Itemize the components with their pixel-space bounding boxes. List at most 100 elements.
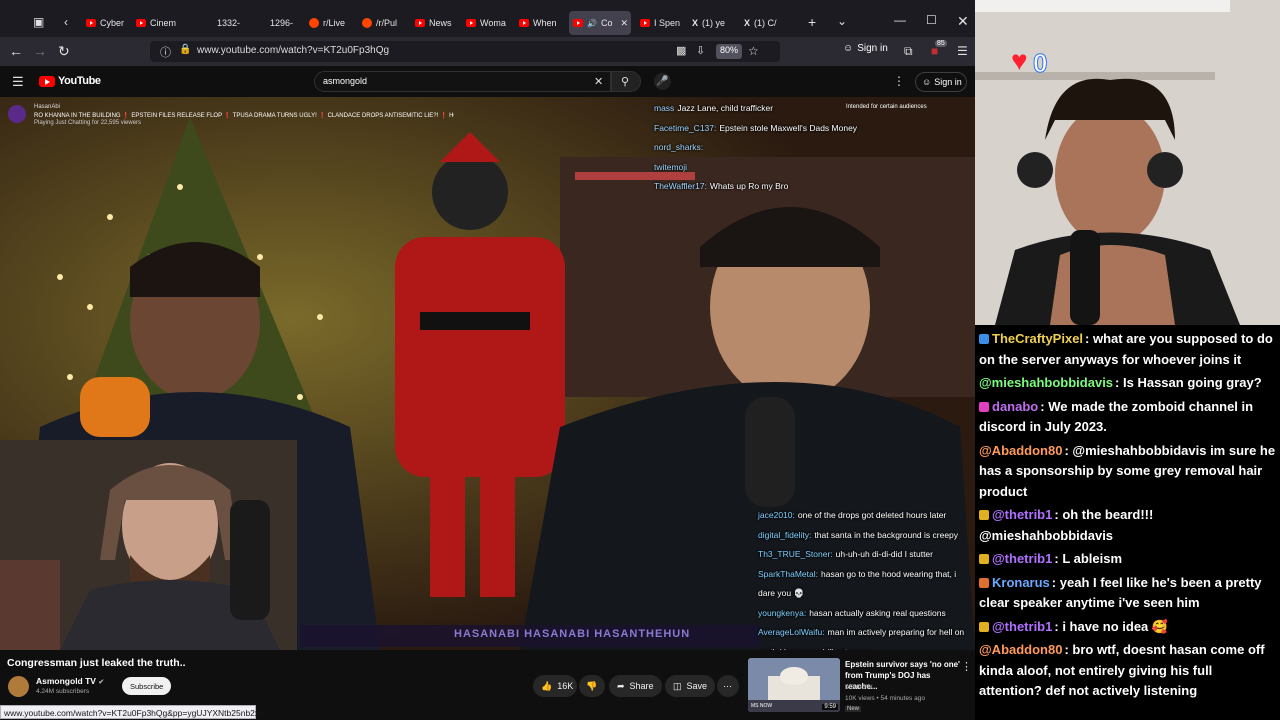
recommended-thumbnail[interactable]: MS NOW 9:59 xyxy=(748,658,840,712)
chat-username[interactable]: @thetrib1 xyxy=(992,619,1052,634)
tab-label: Cyber xyxy=(100,18,125,28)
new-tab-icon[interactable]: + xyxy=(808,14,816,30)
chat-username[interactable]: Kronarus xyxy=(992,575,1050,590)
overlay-chat-text: uh-uh-uh di-di-did I stutter xyxy=(835,549,933,559)
browser-tab[interactable]: 1296- xyxy=(266,11,303,35)
youtube-sign-in-label: Sign in xyxy=(934,77,962,87)
browser-tab[interactable]: X (1) C/ xyxy=(740,11,790,35)
top-stream-sub: Playing Just Chatting for 22,595 viewers xyxy=(34,120,142,126)
tab-label: 1332- xyxy=(217,18,241,28)
browser-tab[interactable]: 🔊 Co ✕ xyxy=(569,11,631,35)
close-window-icon[interactable]: ✕ xyxy=(957,13,969,30)
overlay-chat-line: Facetime_C137: Epstein stole Maxwell's Da… xyxy=(654,119,857,139)
search-box[interactable]: asmongold ✕ xyxy=(314,71,611,92)
recommended-meta: 10K views • 54 minutes ago xyxy=(845,695,925,702)
close-tab-icon[interactable]: ✕ xyxy=(620,18,628,29)
bookmark-add-icon: ◫ xyxy=(673,680,682,691)
picture-in-picture-icon[interactable]: ▩ xyxy=(676,44,686,57)
overlay-heart-icon: ♥ xyxy=(1011,45,1028,76)
overlay-chat-user: nord_sharks: xyxy=(654,142,704,152)
download-page-icon[interactable]: ⇩ xyxy=(696,44,705,57)
recommended-channel[interactable]: MS NOW xyxy=(845,684,872,691)
channel-name[interactable]: Asmongold TV ✔ xyxy=(36,676,104,686)
extensions-icon[interactable]: ⧉ xyxy=(904,44,913,59)
chat-username[interactable]: @Abaddon80 xyxy=(979,642,1062,657)
overlay-chat-text: dare you 💀 xyxy=(758,588,805,598)
stream-banner: HASANABI HASANABI HASANTHEHUN xyxy=(454,628,691,640)
site-info-icon[interactable]: ⓘ xyxy=(160,44,171,60)
url-text[interactable]: www.youtube.com/watch?v=KT2u0Fp3hQg xyxy=(197,45,389,56)
overlay-chat-user: twitemoji xyxy=(654,161,688,172)
scroll-tabs-left-icon[interactable]: ‹ xyxy=(64,15,68,29)
speaker-icon[interactable]: 🔊 xyxy=(587,19,597,28)
browser-tab[interactable]: r/Live xyxy=(305,11,355,35)
overlay-chat-text: Epstein stole Maxwell's Dads Money xyxy=(719,122,858,133)
extension-badge: 85 xyxy=(935,40,947,47)
chat-username[interactable]: @mieshahbobbidavis xyxy=(979,375,1113,390)
voice-search-icon[interactable]: 🎤 xyxy=(654,73,671,90)
back-icon[interactable]: ← xyxy=(9,43,23,59)
forward-icon[interactable]: → xyxy=(33,43,47,59)
chat-username[interactable]: TheCraftyPixel xyxy=(992,331,1083,346)
browser-tab[interactable]: News xyxy=(411,11,461,35)
channel-name-label: Asmongold TV xyxy=(36,676,96,686)
recommended-title-line1: Epstein survivor says 'no one' xyxy=(845,660,960,669)
youtube-sign-in-button[interactable]: ☺ Sign in xyxy=(915,72,967,92)
tab-overview-icon[interactable]: ▣ xyxy=(33,15,44,29)
search-input[interactable]: asmongold xyxy=(323,76,367,86)
maximize-icon[interactable]: ☐ xyxy=(926,13,937,27)
thumb-label: MS NOW xyxy=(751,703,773,709)
save-button[interactable]: ◫ Save xyxy=(665,675,716,697)
browser-tab[interactable]: I Spen xyxy=(636,11,686,35)
url-bar[interactable]: ⓘ 🔒 www.youtube.com/watch?v=KT2u0Fp3hQg … xyxy=(150,41,780,62)
like-button[interactable]: 👍 16K xyxy=(533,675,577,697)
recommended-menu-icon[interactable]: ⋮ xyxy=(961,660,972,673)
lock-icon[interactable]: 🔒 xyxy=(179,44,191,55)
chat-message: @mieshahbobbidavis: Is Hassan going gray… xyxy=(979,373,1276,394)
browser-tab[interactable]: Woma xyxy=(462,11,512,35)
live-chat: TheCraftyPixel: what are you supposed to… xyxy=(975,325,1280,720)
x-favicon-icon: X xyxy=(744,18,751,28)
hamburger-icon[interactable]: ☰ xyxy=(12,74,24,90)
reload-icon[interactable]: ↻ xyxy=(58,43,70,60)
chat-badge-icon xyxy=(979,577,989,588)
audience-note: Intended for certain audiences xyxy=(846,104,927,110)
zoom-level[interactable]: 80% xyxy=(716,44,743,59)
menu-icon[interactable]: ☰ xyxy=(957,44,968,58)
browser-tab[interactable]: 1332- xyxy=(213,11,263,35)
browser-tab[interactable]: Cyber xyxy=(82,11,130,35)
search-button[interactable]: ⚲ xyxy=(611,71,641,92)
youtube-logo[interactable]: YouTube xyxy=(39,75,101,87)
subscribe-button[interactable]: Subscribe xyxy=(122,677,172,695)
share-button[interactable]: ➦ Share xyxy=(609,675,662,697)
youtube-favicon-icon xyxy=(466,19,476,27)
tab-label: When xyxy=(533,18,557,28)
clear-search-icon[interactable]: ✕ xyxy=(594,75,603,88)
chat-separator: : xyxy=(1085,331,1093,346)
channel-avatar[interactable] xyxy=(8,676,29,697)
browser-tab[interactable]: X (1) ye xyxy=(688,11,738,35)
more-options-icon[interactable]: ⋮ xyxy=(893,74,905,88)
chat-message: danabo: We made the zomboid channel in d… xyxy=(979,397,1276,438)
hasan-avatar xyxy=(8,105,26,123)
youtube-favicon-icon xyxy=(86,19,96,27)
browser-tab[interactable]: Cinem xyxy=(132,11,210,35)
bookmark-star-icon[interactable]: ☆ xyxy=(748,44,759,58)
share-label: Share xyxy=(629,681,654,691)
chat-username[interactable]: danabo xyxy=(992,399,1038,414)
reddit-favicon-icon xyxy=(309,18,319,28)
chat-username[interactable]: @thetrib1 xyxy=(992,551,1052,566)
overlay-chat-user: TheWaffler17: xyxy=(654,181,707,191)
chat-username[interactable]: @thetrib1 xyxy=(992,507,1052,522)
video-player[interactable]: HasanAbi RO KHANNA IN THE BUILDING ❗ EPS… xyxy=(0,97,975,650)
chat-username[interactable]: @Abaddon80 xyxy=(979,443,1062,458)
minimize-icon[interactable]: — xyxy=(894,13,906,27)
tab-list-icon[interactable]: ⌄ xyxy=(837,14,847,28)
browser-tab[interactable]: When xyxy=(515,11,565,35)
browser-sign-in[interactable]: ☺ Sign in xyxy=(843,43,888,54)
dislike-button[interactable]: 👎 xyxy=(579,675,605,697)
browser-tab[interactable]: /r/Pul xyxy=(358,11,408,35)
more-actions-button[interactable]: ⋯ xyxy=(717,675,739,697)
top-stream-title: RO KHANNA IN THE BUILDING ❗ EPSTEIN FILE… xyxy=(34,113,454,119)
streamer-webcam-inset xyxy=(0,440,297,650)
